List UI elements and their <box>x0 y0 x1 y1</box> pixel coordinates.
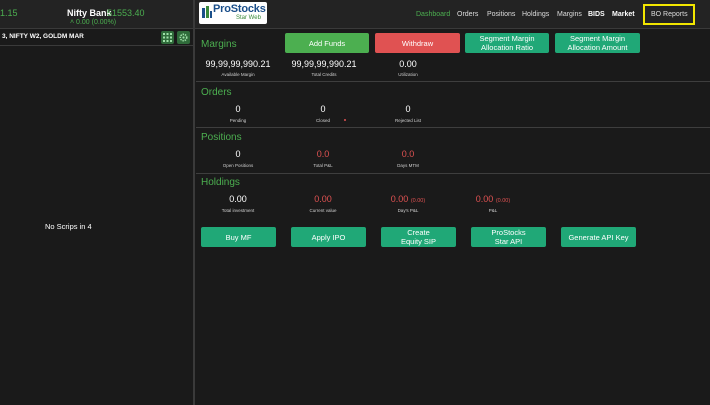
equity-sip-line2: Equity SIP <box>400 237 437 246</box>
nav-holdings[interactable]: Holdings <box>522 11 549 18</box>
generate-api-key-button[interactable]: Generate API Key <box>561 227 636 247</box>
panel-divider <box>193 0 195 405</box>
section-divider <box>196 127 710 128</box>
segment-margin-allocation-ratio-button[interactable]: Segment Margin Allocation Ratio <box>465 33 549 53</box>
closed-indicator-dot <box>344 119 346 121</box>
open-positions-label: Open Positions <box>222 163 254 168</box>
segment-ratio-label: Segment Margin Allocation Ratio <box>479 34 534 52</box>
margins-title: Margins <box>201 39 237 50</box>
holdings-pnl-value: 0.00 (0.00) <box>458 194 528 204</box>
utilization-label: Utilization <box>398 72 418 77</box>
total-investment-value: 0.00 <box>229 194 247 204</box>
days-mtm-label: Days MTM <box>397 163 419 168</box>
grid-icon <box>163 33 172 42</box>
closed-orders-value: 0 <box>320 104 326 114</box>
watchlist-grid-button[interactable] <box>161 31 174 44</box>
days-pnl-amount: 0.00 <box>390 194 409 204</box>
pending-orders-value: 0 <box>235 104 241 114</box>
gear-icon <box>179 33 188 42</box>
index-name: Nifty Bank <box>67 8 112 18</box>
nav-bo-reports[interactable]: BO Reports <box>651 11 688 18</box>
logo-subtitle: Star Web <box>236 15 261 21</box>
orders-title: Orders <box>201 87 232 98</box>
add-funds-button[interactable]: Add Funds <box>285 33 369 53</box>
total-pnl-value: 0.0 <box>316 149 330 159</box>
utilization-value: 0.00 <box>399 59 417 69</box>
index-change: ˄ 0.00 (0.00%) <box>70 19 116 26</box>
section-divider <box>196 81 710 82</box>
nav-market[interactable]: Market <box>612 11 635 18</box>
prostocks-logo[interactable]: ProStocks Star Web <box>199 2 267 24</box>
rejected-orders-label: Rejected List <box>394 118 421 123</box>
current-value-value: 0.00 <box>314 194 332 204</box>
rejected-orders-value: 0 <box>405 104 411 114</box>
watchlist-tabs[interactable]: 3, NIFTY W2, GOLDM MAR <box>2 33 84 40</box>
buy-mf-button[interactable]: Buy MF <box>201 227 276 247</box>
total-investment-label: Total investment <box>221 208 255 213</box>
segment-ratio-line2: Allocation Ratio <box>480 43 534 52</box>
star-api-line2: Star API <box>494 237 523 246</box>
nav-orders[interactable]: Orders <box>457 11 478 18</box>
positions-title: Positions <box>201 132 242 143</box>
apply-ipo-button[interactable]: Apply IPO <box>291 227 366 247</box>
holdings-title: Holdings <box>201 177 240 188</box>
watchlist-header: 3, NIFTY W2, GOLDM MAR <box>0 29 193 46</box>
index-change-value: 0.00 (0.00%) <box>76 19 117 26</box>
equity-sip-line1: Create <box>407 228 430 237</box>
up-arrow-icon: ˄ <box>70 19 75 26</box>
star-api-label: ProStocks Star API <box>491 228 525 246</box>
days-mtm-value: 0.0 <box>401 149 415 159</box>
nav-dashboard[interactable]: Dashboard <box>416 11 450 18</box>
watchlist-settings-button[interactable] <box>177 31 190 44</box>
segment-margin-allocation-amount-button[interactable]: Segment Margin Allocation Amount <box>555 33 640 53</box>
logo-mark-icon <box>202 6 212 18</box>
prostocks-star-api-button[interactable]: ProStocks Star API <box>471 227 546 247</box>
holdings-pnl-label: P&L <box>488 208 498 213</box>
total-pnl-label: Total P&L <box>313 163 333 168</box>
current-value-label: Current value <box>309 208 337 213</box>
days-pnl-label: Day's P&L <box>397 208 419 213</box>
create-equity-sip-label: Create Equity SIP <box>401 228 436 246</box>
segment-amount-line2: Allocation Amount <box>567 43 628 52</box>
index-value: 51553.40 <box>107 8 145 18</box>
holdings-pnl-amount: 0.00 <box>475 194 494 204</box>
open-positions-value: 0 <box>235 149 241 159</box>
nav-margins[interactable]: Margins <box>557 11 582 18</box>
total-credits-value: 99,99,99,990.21 <box>291 59 357 69</box>
logo-title: ProStocks <box>213 3 266 15</box>
holdings-pnl-percent: (0.00) <box>495 198 511 204</box>
watchlist-empty-message: No Scrips in 4 <box>45 222 92 231</box>
segment-amount-label: Segment Margin Allocation Amount <box>567 34 627 52</box>
section-divider <box>196 173 710 174</box>
index-ticker-partial: 1.15 <box>0 8 18 18</box>
pending-orders-label: Pending <box>229 118 247 123</box>
star-api-line1: ProStocks <box>491 228 526 237</box>
available-margin-label: Available Margin <box>221 72 255 77</box>
days-pnl-percent: (0.00) <box>410 198 426 204</box>
nav-bids[interactable]: BIDS <box>588 11 605 18</box>
days-pnl-value: 0.00 (0.00) <box>373 194 443 204</box>
nav-positions[interactable]: Positions <box>487 11 515 18</box>
create-equity-sip-button[interactable]: Create Equity SIP <box>381 227 456 247</box>
total-credits-label: Total Credits <box>311 72 337 77</box>
available-margin-value: 99,99,99,990.21 <box>205 59 271 69</box>
withdraw-button[interactable]: Withdraw <box>375 33 460 53</box>
segment-ratio-line1: Segment Margin <box>479 34 535 43</box>
segment-amount-line1: Segment Margin <box>569 34 625 43</box>
